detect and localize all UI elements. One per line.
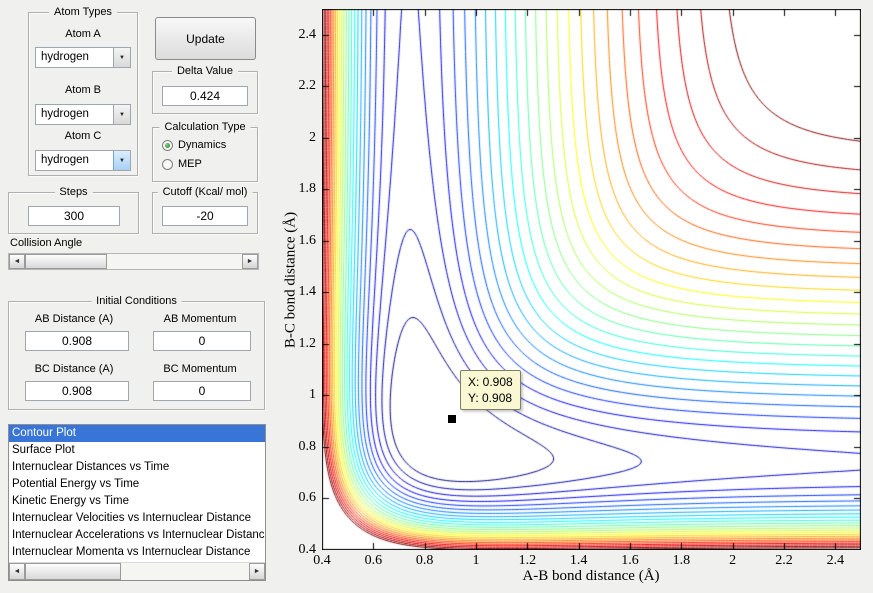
cutoff-input[interactable]	[162, 206, 248, 226]
calculation-type-group: Calculation Type Dynamics MEP	[152, 120, 258, 182]
simulation-window: Atom Types Atom A hydrogen ▼ Atom B hydr…	[0, 0, 873, 593]
x-tick-label: 1.4	[569, 553, 588, 568]
list-horizontal-scrollbar[interactable]: ◄ ►	[9, 562, 265, 580]
atom-c-select[interactable]: hydrogen ▼	[35, 150, 131, 171]
bc-momentum-label: BC Momentum	[163, 363, 237, 375]
datatip-marker[interactable]	[448, 415, 456, 423]
update-button[interactable]: Update	[155, 17, 256, 60]
y-tick-label: 2	[309, 129, 316, 145]
cutoff-title: Cutoff (Kcal/ mol)	[157, 185, 253, 199]
x-axis-label: A-B bond distance (Å)	[522, 568, 660, 584]
y-axis-label: B-C bond distance (Å)	[282, 211, 299, 349]
y-tick-label: 2.4	[298, 26, 317, 42]
arrow-right-icon[interactable]: ►	[242, 254, 258, 269]
contour-plot-canvas[interactable]	[322, 9, 861, 550]
atom-types-title: Atom Types	[49, 5, 117, 19]
slider-thumb[interactable]	[25, 254, 107, 269]
plot-type-list-items: Contour Plot Surface Plot Internuclear Dis…	[9, 425, 265, 561]
steps-group: Steps	[8, 185, 139, 234]
delta-value-title: Delta Value	[171, 64, 239, 78]
radio-mep-label: MEP	[178, 158, 202, 170]
atom-b-select[interactable]: hydrogen ▼	[35, 104, 131, 125]
bc-momentum-input[interactable]	[153, 381, 251, 401]
datatip-x-value: X: 0.908	[468, 375, 513, 389]
radio-button-icon[interactable]	[162, 139, 173, 151]
atom-a-value: hydrogen	[41, 51, 89, 63]
cutoff-group: Cutoff (Kcal/ mol)	[152, 185, 258, 234]
list-item[interactable]: Kinetic Energy vs Time	[9, 493, 265, 510]
x-tick-label: 1.6	[621, 553, 639, 568]
atom-types-group: Atom Types Atom A hydrogen ▼ Atom B hydr…	[28, 5, 138, 176]
y-tick-label: 1.8	[298, 181, 317, 197]
ab-momentum-input[interactable]	[153, 331, 251, 351]
x-tick-label: 2.2	[775, 553, 793, 568]
datatip-y-value: Y: 0.908	[468, 391, 513, 405]
x-tick-label: 2.4	[826, 553, 845, 568]
atom-c-value: hydrogen	[41, 154, 89, 166]
chevron-down-icon[interactable]: ▼	[113, 48, 130, 67]
x-tick-label: 0.8	[415, 553, 434, 568]
x-tick-label: 0.6	[364, 553, 383, 568]
datatip[interactable]: X: 0.908 Y: 0.908	[460, 370, 521, 410]
ab-distance-input[interactable]	[25, 331, 129, 351]
y-tick-label: 0.4	[298, 542, 317, 557]
delta-value-input[interactable]	[162, 86, 248, 106]
radio-button-icon[interactable]	[162, 158, 173, 170]
delta-value-group: Delta Value	[152, 64, 258, 114]
chevron-down-icon[interactable]: ▼	[113, 151, 130, 170]
arrow-right-icon[interactable]: ►	[249, 563, 265, 580]
y-tick-label: 2.2	[298, 78, 317, 94]
x-tick-label: 1.2	[518, 553, 537, 568]
initial-conditions-title: Initial Conditions	[91, 294, 182, 308]
arrow-left-icon[interactable]: ◄	[9, 563, 25, 580]
list-item[interactable]: Surface Plot	[9, 442, 265, 459]
y-tick-label: 0.6	[298, 490, 317, 506]
steps-title: Steps	[54, 185, 93, 199]
radio-dynamics[interactable]: Dynamics	[162, 139, 226, 151]
steps-input[interactable]	[28, 206, 120, 226]
ab-momentum-label: AB Momentum	[163, 313, 237, 325]
plot-type-list[interactable]: Contour Plot Surface Plot Internuclear Dis…	[8, 424, 266, 581]
collision-angle-slider[interactable]: ◄ ►	[8, 253, 259, 270]
bc-distance-input[interactable]	[25, 381, 129, 401]
list-item[interactable]: Internuclear Accelerations vs Internucle…	[9, 527, 265, 544]
atom-a-select[interactable]: hydrogen ▼	[35, 47, 131, 68]
radio-dynamics-label: Dynamics	[178, 139, 227, 151]
collision-angle-label: Collision Angle	[10, 237, 83, 249]
atom-c-label: Atom C	[64, 130, 102, 142]
list-item[interactable]: Internuclear Momenta vs Internuclear Dis…	[9, 544, 265, 561]
initial-conditions-group: Initial Conditions AB Distance (A) AB Mo…	[8, 294, 265, 410]
radio-mep[interactable]: MEP	[162, 158, 202, 170]
ab-distance-label: AB Distance (A)	[34, 313, 114, 325]
list-item[interactable]: Potential Energy vs Time	[9, 476, 265, 493]
atom-b-label: Atom B	[64, 84, 102, 96]
x-tick-label: 1	[472, 553, 480, 568]
scrollbar-thumb[interactable]	[25, 563, 121, 580]
y-tick-label: 0.8	[298, 438, 317, 454]
x-tick-label: 1.8	[672, 553, 691, 568]
atom-a-label: Atom A	[65, 28, 101, 40]
chevron-down-icon[interactable]: ▼	[113, 105, 130, 124]
calculation-type-title: Calculation Type	[159, 120, 251, 134]
atom-b-value: hydrogen	[41, 108, 89, 120]
x-tick-label: 2	[729, 553, 737, 568]
y-tick-label: 1	[309, 387, 316, 403]
arrow-left-icon[interactable]: ◄	[9, 254, 25, 269]
list-item[interactable]: Internuclear Distances vs Time	[9, 459, 265, 476]
list-item[interactable]: Internuclear Velocities vs Internuclear …	[9, 510, 265, 527]
bc-distance-label: BC Distance (A)	[34, 363, 114, 375]
list-item[interactable]: Contour Plot	[9, 425, 265, 442]
